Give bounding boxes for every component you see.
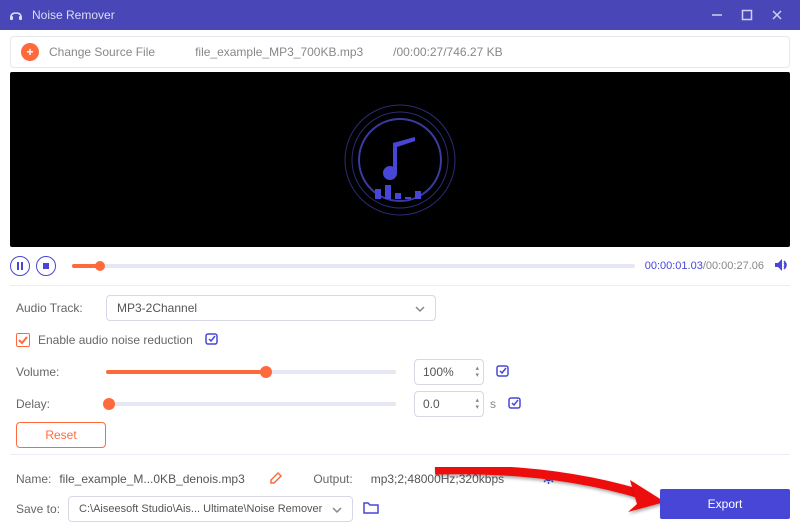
- content: + Change Source File file_example_MP3_70…: [0, 36, 800, 523]
- noise-reduction-checkbox[interactable]: [16, 333, 30, 347]
- minimize-button[interactable]: [702, 0, 732, 30]
- chevron-down-icon: [332, 504, 342, 514]
- volume-label: Volume:: [16, 365, 106, 379]
- edit-name-icon[interactable]: [269, 471, 283, 488]
- title-bar: Noise Remover: [0, 0, 800, 30]
- output-format-select[interactable]: mp3;2;48000Hz;320kbps: [361, 466, 531, 492]
- audio-track-value: MP3-2Channel: [117, 301, 197, 315]
- delay-spinner[interactable]: 0.0 ▴▾: [414, 391, 484, 417]
- noise-reduction-row: Enable audio noise reduction: [10, 326, 790, 354]
- name-value: file_example_M...0KB_denois.mp3: [59, 472, 259, 486]
- delay-unit: s: [490, 397, 496, 411]
- output-label: Output:: [313, 472, 352, 486]
- saveto-select[interactable]: C:\Aiseesoft Studio\Ais... Ultimate\Nois…: [68, 496, 353, 522]
- volume-reset-icon[interactable]: [494, 364, 510, 381]
- audio-visualizer-icon: [325, 85, 475, 235]
- volume-icon[interactable]: [774, 258, 790, 275]
- bottom-panel: Name: file_example_M...0KB_denois.mp3 Ou…: [10, 454, 790, 523]
- reset-label: Reset: [45, 428, 76, 442]
- audio-track-label: Audio Track:: [16, 301, 106, 315]
- delay-row: Delay: 0.0 ▴▾ s: [10, 390, 790, 418]
- open-folder-icon[interactable]: [363, 501, 379, 517]
- audio-track-row: Audio Track: MP3-2Channel: [10, 294, 790, 322]
- time-total: /00:00:27.06: [703, 260, 764, 272]
- chevron-down-icon: [415, 303, 425, 313]
- close-button[interactable]: [762, 0, 792, 30]
- export-label: Export: [708, 497, 743, 511]
- output-format-value: mp3;2;48000Hz;320kbps: [371, 472, 504, 486]
- delay-value: 0.0: [423, 397, 440, 411]
- spinner-buttons[interactable]: ▴▾: [475, 365, 479, 379]
- volume-row: Volume: 100% ▴▾: [10, 358, 790, 386]
- source-file-row: + Change Source File file_example_MP3_70…: [10, 36, 790, 68]
- maximize-button[interactable]: [732, 0, 762, 30]
- audio-track-select[interactable]: MP3-2Channel: [106, 295, 436, 321]
- saveto-label: Save to:: [16, 502, 60, 516]
- saveto-value: C:\Aiseesoft Studio\Ais... Ultimate\Nois…: [79, 503, 322, 515]
- delay-label: Delay:: [16, 397, 106, 411]
- volume-slider[interactable]: [106, 370, 396, 374]
- source-file-name: file_example_MP3_700KB.mp3: [195, 45, 363, 59]
- time-current: 00:00:01.03: [645, 260, 703, 272]
- volume-value: 100%: [423, 365, 454, 379]
- time-display: 00:00:01.03/00:00:27.06: [645, 260, 764, 272]
- window-title: Noise Remover: [32, 8, 115, 22]
- noise-reduction-settings-icon[interactable]: [203, 332, 219, 349]
- change-source-label[interactable]: Change Source File: [49, 45, 155, 59]
- export-button[interactable]: Export: [660, 489, 790, 519]
- seek-slider[interactable]: [72, 264, 635, 268]
- volume-spinner[interactable]: 100% ▴▾: [414, 359, 484, 385]
- source-file-meta: /00:00:27/746.27 KB: [393, 45, 502, 59]
- reset-button[interactable]: Reset: [16, 422, 106, 448]
- name-label: Name:: [16, 472, 51, 486]
- play-pause-button[interactable]: [10, 256, 30, 276]
- change-source-add-icon[interactable]: +: [21, 43, 39, 61]
- noise-reduction-label: Enable audio noise reduction: [38, 333, 193, 347]
- transport-bar: 00:00:01.03/00:00:27.06: [10, 253, 790, 279]
- spinner-buttons[interactable]: ▴▾: [475, 397, 479, 411]
- stop-button[interactable]: [36, 256, 56, 276]
- output-settings-icon[interactable]: [541, 470, 556, 488]
- preview-area: [10, 72, 790, 247]
- app-logo-icon: [8, 7, 24, 23]
- delay-reset-icon[interactable]: [506, 396, 522, 413]
- delay-slider[interactable]: [106, 402, 396, 406]
